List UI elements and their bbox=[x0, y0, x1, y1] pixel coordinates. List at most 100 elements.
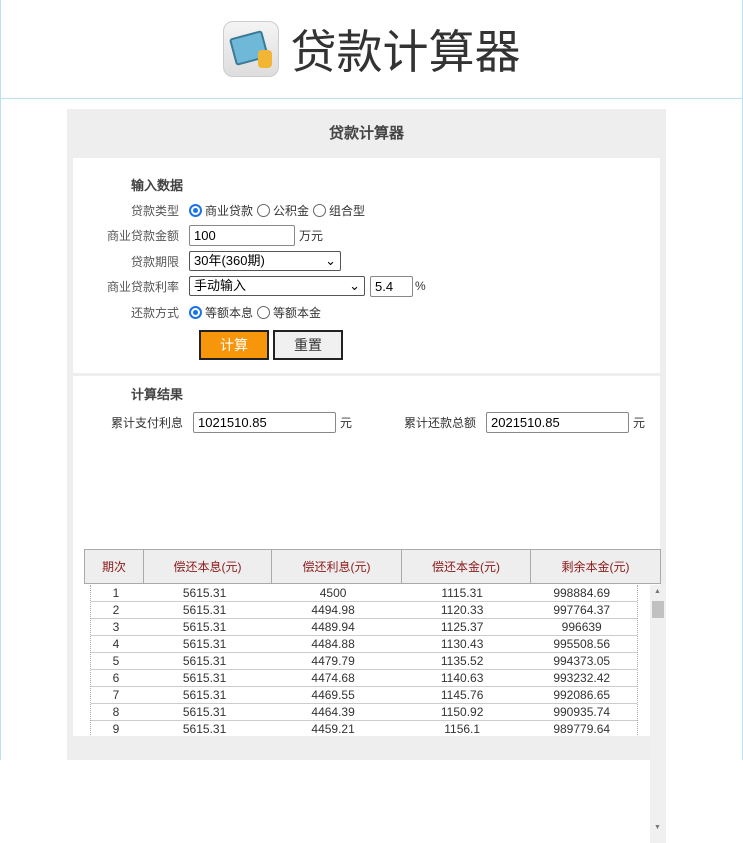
table-row: 5 5615.31 4479.79 1135.52 994373.05 bbox=[91, 653, 637, 670]
radio-equal-installment[interactable]: 等额本息 bbox=[189, 304, 253, 321]
calculator-panel: 贷款计算器 输入数据 贷款类型 商业贷款 公积金 组合型 商业贷款金额 100 … bbox=[67, 109, 666, 843]
table-cell: 1140.63 bbox=[440, 671, 484, 685]
scroll-down-icon[interactable]: ▼ bbox=[654, 824, 661, 831]
radio-icon[interactable] bbox=[257, 305, 271, 319]
table-row: 4 5615.31 4484.88 1130.43 995508.56 bbox=[91, 636, 637, 653]
table-cell: 5615.31 bbox=[182, 654, 227, 668]
total-unit: 元 bbox=[633, 415, 646, 430]
table-cell: 4 bbox=[112, 637, 120, 651]
chevron-down-icon: ⌄ bbox=[349, 278, 360, 293]
amount-unit: 万元 bbox=[299, 228, 324, 243]
col-interest: 偿还利息(元) bbox=[272, 550, 402, 583]
chevron-down-icon: ⌄ bbox=[325, 253, 336, 268]
scrollbar[interactable]: ▲ ▼ bbox=[650, 585, 666, 843]
radio-equal-principal[interactable]: 等额本金 bbox=[257, 304, 321, 321]
table-cell: 6 bbox=[112, 671, 120, 685]
col-principal: 偿还本金(元) bbox=[402, 550, 531, 583]
table-cell: 1135.52 bbox=[440, 654, 484, 668]
page-title: 贷款计算器 bbox=[290, 26, 521, 78]
table-cell: 997764.37 bbox=[553, 603, 611, 617]
rate-unit: % bbox=[415, 279, 426, 293]
table-cell: 1125.37 bbox=[440, 620, 484, 634]
scroll-up-icon[interactable]: ▲ bbox=[654, 588, 661, 595]
radio-provident-fund[interactable]: 公积金 bbox=[257, 202, 309, 219]
result-section-title: 计算结果 bbox=[131, 387, 184, 402]
table-cell: 4494.98 bbox=[311, 603, 355, 617]
table-cell: 5615.31 bbox=[182, 603, 227, 617]
table-cell: 992086.65 bbox=[553, 688, 611, 702]
radio-icon[interactable] bbox=[257, 203, 271, 217]
table-cell: 1145.76 bbox=[440, 688, 484, 702]
interest-unit: 元 bbox=[340, 415, 353, 430]
interest-label: 累计支付利息 bbox=[111, 415, 184, 430]
result-section: 计算结果 累计支付利息 1021510.85 元 累计还款总额 2021510.… bbox=[73, 376, 666, 843]
rate-mode-select[interactable]: 手动输入 ⌄ bbox=[189, 276, 365, 296]
table-cell: 5615.31 bbox=[182, 722, 227, 735]
radio-commercial[interactable]: 商业贷款 bbox=[189, 202, 253, 219]
table-cell: 993232.42 bbox=[553, 671, 611, 685]
table-cell: 1115.31 bbox=[441, 586, 483, 600]
table-row: 1 5615.31 4500 1115.31 998884.69 bbox=[91, 585, 637, 602]
table-cell: 5615.31 bbox=[182, 688, 227, 702]
table-cell: 5615.31 bbox=[182, 620, 227, 634]
panel-title: 贷款计算器 bbox=[328, 125, 404, 142]
table-cell: 4489.94 bbox=[311, 620, 355, 634]
loan-type-label: 贷款类型 bbox=[130, 203, 179, 218]
table-row: 2 5615.31 4494.98 1120.33 997764.37 bbox=[91, 602, 637, 619]
table-cell: 4469.55 bbox=[311, 688, 355, 702]
col-period: 期次 bbox=[85, 550, 144, 583]
table-cell: 5615.31 bbox=[182, 705, 227, 719]
table-cell: 5615.31 bbox=[182, 637, 227, 651]
radio-icon[interactable] bbox=[189, 203, 202, 217]
total-output[interactable]: 2021510.85 bbox=[486, 411, 630, 433]
table-row: 6 5615.31 4474.68 1140.63 993232.42 bbox=[91, 670, 637, 687]
table-header: 期次 偿还本息(元) 偿还利息(元) 偿还本金(元) 剩余本金(元) bbox=[84, 549, 661, 584]
table-cell: 1 bbox=[112, 586, 120, 600]
table-cell: 4484.88 bbox=[311, 637, 355, 651]
table-cell: 4500 bbox=[319, 586, 347, 600]
table-cell: 5615.31 bbox=[182, 586, 227, 600]
table-cell: 4464.39 bbox=[311, 705, 355, 719]
input-section-title: 输入数据 bbox=[131, 178, 184, 193]
radio-icon[interactable] bbox=[313, 203, 327, 217]
reset-button[interactable]: 重置 bbox=[273, 330, 343, 360]
table-cell: 4479.79 bbox=[311, 654, 355, 668]
table-cell: 5615.31 bbox=[182, 671, 227, 685]
table-row: 7 5615.31 4469.55 1145.76 992086.65 bbox=[91, 687, 637, 704]
col-payment: 偿还本息(元) bbox=[144, 550, 272, 583]
rate-input[interactable]: 5.4 bbox=[370, 275, 413, 297]
table-cell: 7 bbox=[112, 688, 120, 702]
calculator-coins-icon bbox=[222, 21, 279, 77]
radio-combined[interactable]: 组合型 bbox=[313, 202, 365, 219]
table-cell: 4474.68 bbox=[311, 671, 355, 685]
table-cell: 9 bbox=[112, 722, 120, 735]
table-cell: 4459.21 bbox=[311, 722, 355, 735]
table-cell: 996639 bbox=[561, 620, 602, 634]
table-cell: 1120.33 bbox=[440, 603, 484, 617]
amount-input[interactable]: 100 bbox=[189, 224, 295, 246]
table-cell: 3 bbox=[112, 620, 120, 634]
table-cell: 990935.74 bbox=[553, 705, 611, 719]
calculate-button[interactable]: 计算 bbox=[199, 330, 269, 360]
table-row: 9 5615.31 4459.21 1156.1 989779.64 bbox=[91, 721, 637, 735]
table-cell: 998884.69 bbox=[553, 586, 611, 600]
amount-label: 商业贷款金额 bbox=[106, 228, 179, 243]
table-cell: 1156.1 bbox=[444, 722, 481, 735]
scrollbar-thumb[interactable] bbox=[652, 601, 664, 618]
input-section: 输入数据 贷款类型 商业贷款 公积金 组合型 商业贷款金额 100 万元 贷款期… bbox=[73, 158, 660, 373]
table-cell: 2 bbox=[112, 603, 120, 617]
rate-label: 商业贷款利率 bbox=[106, 279, 179, 294]
radio-icon[interactable] bbox=[189, 305, 202, 319]
interest-output[interactable]: 1021510.85 bbox=[193, 411, 337, 433]
total-label: 累计还款总额 bbox=[404, 415, 477, 430]
header: 贷款计算器 bbox=[0, 0, 743, 99]
table-cell: 5 bbox=[112, 654, 120, 668]
table-cell: 994373.05 bbox=[553, 654, 611, 668]
method-label: 还款方式 bbox=[130, 305, 179, 320]
table-cell: 1150.92 bbox=[440, 705, 484, 719]
term-select[interactable]: 30年(360期) ⌄ bbox=[189, 251, 341, 271]
table-body: 1 5615.31 4500 1115.31 998884.69 2 5615.31 4494… bbox=[90, 585, 638, 735]
table-cell: 989779.64 bbox=[553, 722, 611, 735]
table-row: 8 5615.31 4464.39 1150.92 990935.74 bbox=[91, 704, 637, 721]
term-label: 贷款期限 bbox=[130, 254, 179, 269]
